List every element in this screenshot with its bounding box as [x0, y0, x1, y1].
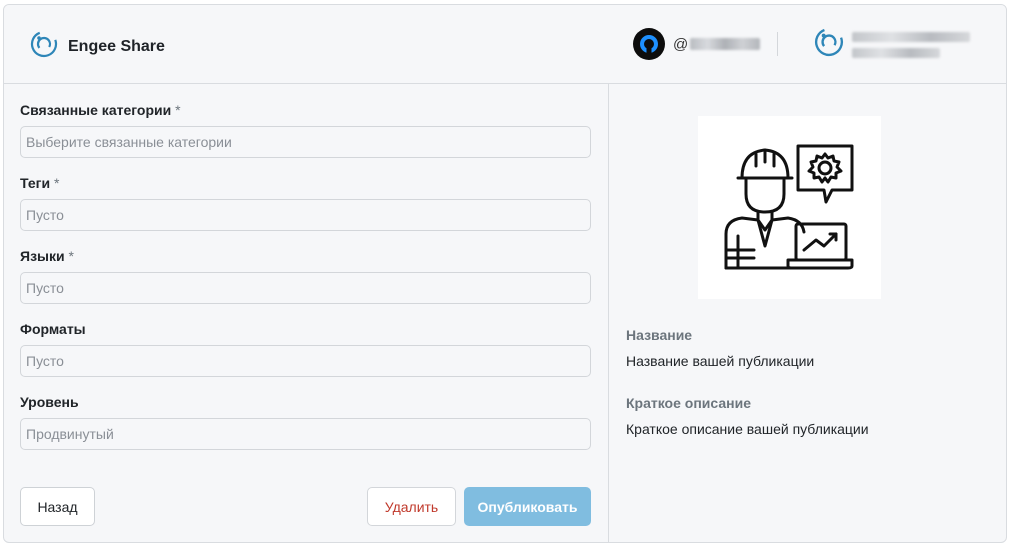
title-value: Название вашей публикации [626, 353, 815, 369]
org-switcher[interactable] [814, 27, 970, 62]
tags-select[interactable]: Пусто [20, 199, 591, 231]
formats-label: Форматы [20, 321, 86, 337]
languages-select[interactable]: Пусто [20, 272, 591, 304]
categories-select[interactable]: Выберите связанные категории [20, 126, 591, 158]
level-select[interactable]: Продвинутый [20, 418, 591, 450]
app-window: Engee Share @ Связанные категории * Выбе… [3, 4, 1007, 543]
level-label: Уровень [20, 394, 79, 410]
categories-label: Связанные категории * [20, 102, 181, 118]
publish-button[interactable]: Опубликовать [464, 487, 591, 526]
formats-select[interactable]: Пусто [20, 345, 591, 377]
top-header: Engee Share @ [4, 5, 1006, 84]
description-value: Краткое описание вашей публикации [626, 421, 869, 437]
title-label: Название [626, 327, 693, 343]
user-menu[interactable]: @ [633, 28, 761, 60]
back-button[interactable]: Назад [20, 487, 95, 526]
user-avatar-icon [633, 28, 665, 60]
tags-label: Теги * [20, 175, 60, 191]
engee-logo-icon [30, 30, 58, 63]
delete-button[interactable]: Удалить [367, 487, 456, 526]
user-name-redacted [690, 38, 761, 50]
brand-name: Engee Share [68, 37, 165, 55]
description-label: Краткое описание [626, 395, 751, 411]
engee-org-logo-icon [814, 27, 844, 62]
publication-form: Связанные категории * Выберите связанные… [4, 84, 608, 542]
header-divider [777, 32, 778, 56]
preview-panel: Название Название вашей публикации Кратк… [608, 84, 1006, 542]
languages-label: Языки * [20, 248, 74, 264]
brand[interactable]: Engee Share [30, 30, 165, 63]
org-name-redacted [852, 31, 970, 58]
engineer-laptop-illustration [698, 116, 881, 299]
user-handle: @ [673, 35, 689, 53]
